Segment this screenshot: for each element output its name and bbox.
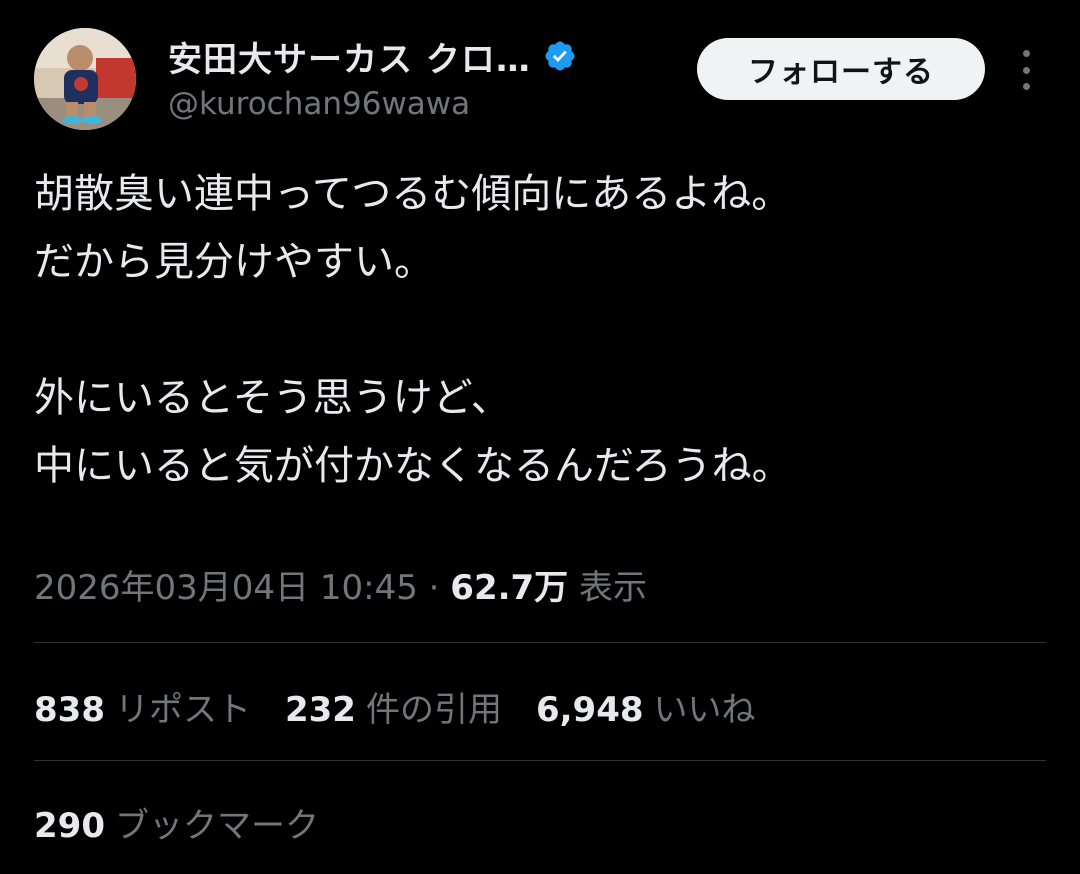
views-label: 表示 (579, 568, 647, 608)
tweet-header: 安田大サーカス クロ… @kurochan96wawa フォローする (34, 28, 1054, 132)
more-dot (1022, 50, 1030, 57)
reposts-count: 838 (34, 690, 105, 730)
user-handle[interactable]: @kurochan96wawa (168, 86, 688, 122)
timestamp[interactable]: 2026年03月04日 10:45 (34, 568, 418, 608)
more-dot (1022, 83, 1030, 90)
likes-stat[interactable]: 6,948 いいね (536, 682, 756, 731)
more-dot (1022, 66, 1030, 74)
verified-badge-icon[interactable] (543, 39, 577, 73)
more-options-icon[interactable] (1012, 50, 1040, 90)
tweet-line: 外にいるとそう思うけど、 (34, 375, 511, 421)
tweet-line: 胡散臭い連中ってつるむ傾向にあるよね。 (34, 171, 792, 217)
tweet-line: 中にいると気が付かなくなるんだろうね。 (34, 443, 792, 489)
bookmarks-stat[interactable]: 290 ブックマーク (34, 806, 319, 846)
bookmarks-count: 290 (34, 806, 105, 846)
likes-count: 6,948 (535, 690, 644, 730)
quotes-stat[interactable]: 232 件の引用 (285, 682, 502, 731)
engagement-stats: 838 リポスト 232 件の引用 6,948 いいね (34, 682, 790, 731)
bookmark-stats: 290 ブックマーク (34, 798, 353, 847)
views-count[interactable]: 62.7万 (450, 568, 568, 608)
follow-button[interactable]: フォローする (697, 38, 985, 100)
user-info: 安田大サーカス クロ… @kurochan96wawa (168, 32, 688, 122)
divider (34, 642, 1046, 643)
tweet-text: 胡散臭い連中ってつるむ傾向にあるよね。 だから見分けやすい。 外にいるとそう思う… (34, 160, 1044, 500)
name-row: 安田大サーカス クロ… (168, 32, 688, 80)
likes-label: いいね (653, 690, 756, 730)
divider (34, 760, 1046, 761)
tweet-meta: 2026年03月04日 10:45 · 62.7万 表示 (34, 560, 647, 609)
reposts-stat[interactable]: 838 リポスト (34, 682, 251, 731)
tweet-line: だから見分けやすい。 (34, 239, 434, 285)
quotes-count: 232 (284, 690, 356, 730)
reposts-label: リポスト (114, 690, 251, 730)
quotes-label: 件の引用 (365, 690, 502, 730)
display-name[interactable]: 安田大サーカス クロ… (168, 32, 531, 81)
avatar[interactable] (34, 28, 136, 130)
bookmarks-label: ブックマーク (114, 806, 319, 846)
meta-separator: · (428, 568, 440, 608)
